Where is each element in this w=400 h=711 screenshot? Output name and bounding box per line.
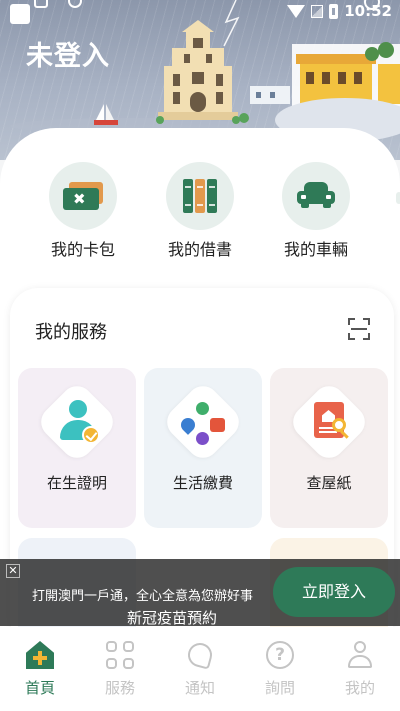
wifi-icon [287,4,306,18]
switch-icon[interactable] [34,0,48,8]
nav-services[interactable]: 服務 [80,641,160,698]
quick-item-books[interactable]: 我的借書 [150,162,250,260]
quick-item-vehicles[interactable]: 我的車輛 [266,162,366,260]
service-tile-bill-payment[interactable]: 生活繳費 [144,368,262,528]
utilities-icon [178,396,228,448]
nav-label: 首頁 [24,679,55,697]
service-tile-life-certificate[interactable]: 在生證明 [18,368,136,528]
nav-notifications[interactable]: 通知 [160,640,240,698]
battery-icon [329,3,339,19]
person-check-icon [52,396,102,448]
bell-icon [185,640,215,670]
nav-home[interactable]: 首頁 [0,641,80,698]
no-sim-icon [311,4,324,18]
bottom-navigation: 首頁 服務 通知 ? 詢問 我的 [0,627,400,711]
status-bar: 10:52 [0,0,400,28]
question-icon: ? [266,641,294,669]
login-status-title[interactable]: 未登入 [26,34,110,73]
nav-label: 服務 [104,679,135,697]
grid-icon [106,641,134,669]
banner-message: 打開澳門一戶通，全心全意為您辦好事 [32,589,254,604]
service-tile-label: 在生證明 [46,474,107,492]
next-item-peek [396,192,400,204]
nav-profile[interactable]: 我的 [320,641,400,698]
search-icon[interactable] [68,0,82,8]
close-icon[interactable]: ✕ [6,564,20,578]
scan-edit-icon[interactable] [348,318,370,340]
nav-enquiry[interactable]: ? 詢問 [240,641,320,698]
services-title: 我的服務 [35,322,107,343]
status-time: 10:52 [344,2,392,20]
app-square-icon [10,4,30,24]
home-icon [26,641,54,669]
quick-access-row: ✖ 我的卡包 我的借書 我的車輛 [0,162,400,262]
nav-label: 我的 [344,679,375,697]
nav-label: 通知 [184,679,215,697]
quick-item-label: 我的卡包 [50,240,115,259]
nav-label: 詢問 [264,679,295,697]
service-tile-property-search[interactable]: 查屋紙 [270,368,388,528]
car-icon [282,162,350,230]
card-wallet-icon: ✖ [49,162,117,230]
quick-item-label: 我的車輛 [283,240,348,259]
service-tile-label: 查屋紙 [306,474,352,492]
property-search-icon [304,396,354,448]
books-icon [166,162,234,230]
quick-item-card-wallet[interactable]: ✖ 我的卡包 [33,162,133,260]
quick-item-label: 我的借書 [167,240,232,259]
banner-subtitle: 新冠疫苗預約 [127,609,218,627]
user-icon [346,641,374,669]
service-tile-label: 生活繳費 [172,474,233,492]
login-button[interactable]: 立即登入 [273,567,395,617]
main-content: ✖ 我的卡包 我的借書 我的車輛 我的服務 在生證明 生活繳費 查屋紙 [0,128,400,648]
